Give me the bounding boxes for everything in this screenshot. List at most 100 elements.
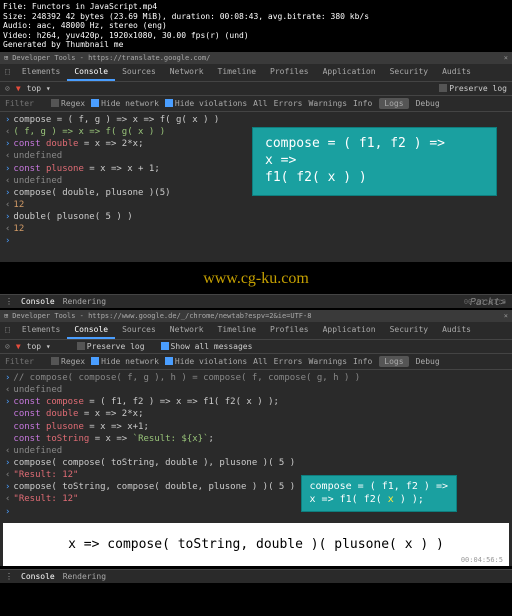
inspect-icon[interactable]: ⬚ <box>0 64 15 81</box>
level-errors[interactable]: Errors <box>274 99 303 108</box>
code-line: double( plusone( 5 ) ) <box>13 211 132 223</box>
preserve-label: Preserve log <box>449 84 507 93</box>
output-line: 12 <box>13 223 24 235</box>
dock-icon[interactable]: ⋮ <box>5 297 13 306</box>
devtools-icon: ⊞ <box>4 54 8 62</box>
preserve-checkbox[interactable] <box>77 342 85 350</box>
level-warnings[interactable]: Warnings <box>309 357 348 366</box>
hide-violations-label: Hide violations <box>175 99 247 108</box>
tab-profiles[interactable]: Profiles <box>263 322 316 339</box>
tab-application[interactable]: Application <box>316 64 383 81</box>
tab-rendering-bottom[interactable]: Rendering <box>63 572 106 581</box>
show-all-label: Show all messages <box>171 342 253 351</box>
output-line: "Result: 12" <box>13 469 78 481</box>
context-dropdown[interactable]: top ▾ <box>27 342 51 351</box>
output-line: undefined <box>13 445 62 457</box>
output-line: undefined <box>13 384 62 396</box>
callout-box: compose = ( f1, f2 ) => x => f1( f2( x )… <box>301 475 457 512</box>
tab-sources[interactable]: Sources <box>115 322 163 339</box>
context-dropdown[interactable]: top ▾ <box>27 84 51 93</box>
filter-input[interactable] <box>5 99 45 108</box>
code-line: const double = x => 2*x; <box>13 138 143 150</box>
callout-box: compose = ( f1, f2 ) => x => f1( f2( x )… <box>252 127 497 196</box>
code-line: compose = ( f, g ) => x => f( g( x ) ) <box>13 114 219 126</box>
hide-network-checkbox[interactable] <box>91 357 99 365</box>
regex-label: Regex <box>61 99 85 108</box>
code-line: compose( toString, compose( double, plus… <box>13 481 295 493</box>
preserve-checkbox[interactable] <box>439 84 447 92</box>
code-line: compose( compose( toString, double ), pl… <box>13 457 295 469</box>
hide-network-label: Hide network <box>101 99 159 108</box>
dock-icon[interactable]: ⋮ <box>5 572 13 581</box>
level-errors[interactable]: Errors <box>274 357 303 366</box>
output-line: ( f, g ) => x => f( g( x ) ) <box>13 126 165 138</box>
tab-application[interactable]: Application <box>316 322 383 339</box>
devtools-icon: ⊞ <box>4 312 8 320</box>
preserve-label: Preserve log <box>87 342 145 351</box>
tab-audits[interactable]: Audits <box>435 64 478 81</box>
tab-network[interactable]: Network <box>163 64 211 81</box>
window-title: Developer Tools - https://www.google.de/… <box>12 312 311 320</box>
filter-icon[interactable]: ▼ <box>16 84 21 93</box>
level-warnings[interactable]: Warnings <box>309 99 348 108</box>
level-info[interactable]: Info <box>353 99 372 108</box>
explanation-box: x => compose( toString, double )( pluson… <box>3 523 509 566</box>
code-line: const plusone = x => x+1; <box>13 421 148 433</box>
level-all[interactable]: All <box>253 99 267 108</box>
tab-profiles[interactable]: Profiles <box>263 64 316 81</box>
tab-timeline[interactable]: Timeline <box>211 322 264 339</box>
file-video: Video: h264, yuv420p, 1920x1080, 30.00 f… <box>3 31 509 41</box>
regex-checkbox[interactable] <box>51 99 59 107</box>
tab-console[interactable]: Console <box>67 322 115 339</box>
tab-security[interactable]: Security <box>383 64 436 81</box>
level-debug[interactable]: Debug <box>416 357 440 366</box>
timestamp: 00:01:31:8 <box>464 298 506 306</box>
hide-violations-checkbox[interactable] <box>165 357 173 365</box>
clear-icon[interactable]: ⊘ <box>5 84 10 93</box>
tab-console-bottom[interactable]: Console <box>21 572 55 581</box>
level-debug[interactable]: Debug <box>416 99 440 108</box>
timestamp: 00:04:56:5 <box>461 556 503 564</box>
watermark: www.cg-ku.com <box>0 264 512 294</box>
close-icon[interactable]: × <box>504 54 508 62</box>
window-title: Developer Tools - https://translate.goog… <box>12 54 210 62</box>
output-line: undefined <box>13 150 62 162</box>
output-line: 12 <box>13 199 24 211</box>
show-all-checkbox[interactable] <box>161 342 169 350</box>
level-logs[interactable]: Logs <box>379 356 408 367</box>
filter-input[interactable] <box>5 357 45 366</box>
inspect-icon[interactable]: ⬚ <box>0 322 15 339</box>
code-line: const double = x => 2*x; <box>13 408 143 420</box>
tab-console[interactable]: Console <box>67 64 115 81</box>
tab-network[interactable]: Network <box>163 322 211 339</box>
tab-audits[interactable]: Audits <box>435 322 478 339</box>
clear-icon[interactable]: ⊘ <box>5 342 10 351</box>
code-line: const plusone = x => x + 1; <box>13 163 159 175</box>
level-info[interactable]: Info <box>353 357 372 366</box>
regex-label: Regex <box>61 357 85 366</box>
output-line: undefined <box>13 175 62 187</box>
hide-network-checkbox[interactable] <box>91 99 99 107</box>
tab-rendering-bottom[interactable]: Rendering <box>63 297 106 306</box>
tab-elements[interactable]: Elements <box>15 64 68 81</box>
hide-violations-label: Hide violations <box>175 357 247 366</box>
code-line: compose( double, plusone )(5) <box>13 187 170 199</box>
regex-checkbox[interactable] <box>51 357 59 365</box>
hide-network-label: Hide network <box>101 357 159 366</box>
tab-elements[interactable]: Elements <box>15 322 68 339</box>
tab-security[interactable]: Security <box>383 322 436 339</box>
tab-sources[interactable]: Sources <box>115 64 163 81</box>
file-name: File: Functors in JavaScript.mp4 <box>3 2 509 12</box>
tab-console-bottom[interactable]: Console <box>21 297 55 306</box>
tab-timeline[interactable]: Timeline <box>211 64 264 81</box>
file-gen: Generated by Thumbnail me <box>3 40 509 50</box>
comment-line: // compose( compose( f, g ), h ) = compo… <box>13 372 360 384</box>
file-audio: Audio: aac, 48000 Hz, stereo (eng) <box>3 21 509 31</box>
code-line: const toString = x => `Result: ${x}`; <box>13 433 214 445</box>
close-icon[interactable]: × <box>504 312 508 320</box>
level-all[interactable]: All <box>253 357 267 366</box>
output-line: "Result: 12" <box>13 493 78 505</box>
hide-violations-checkbox[interactable] <box>165 99 173 107</box>
level-logs[interactable]: Logs <box>379 98 408 109</box>
filter-icon[interactable]: ▼ <box>16 342 21 351</box>
